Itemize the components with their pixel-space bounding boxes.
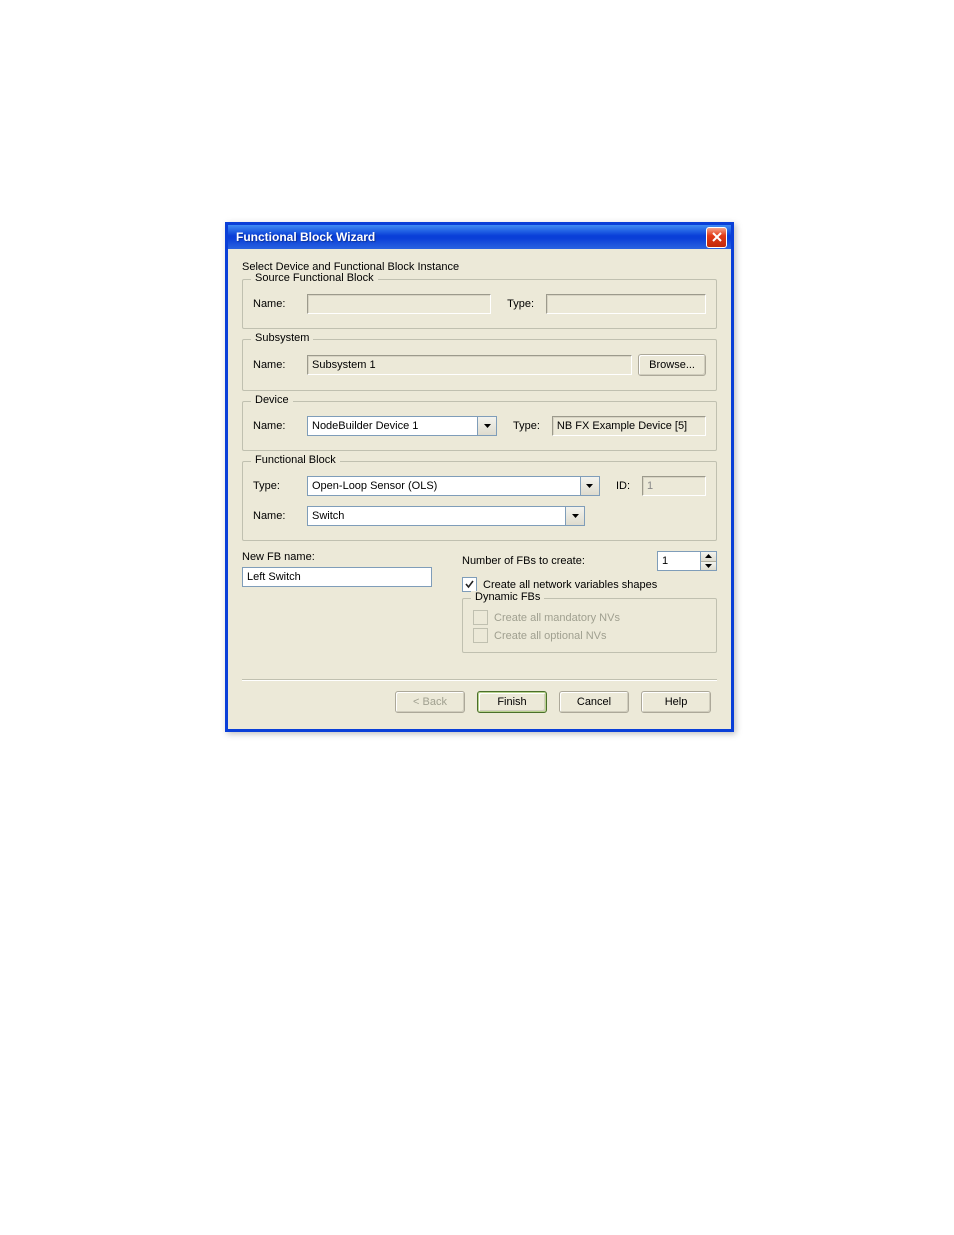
fb-name-label: Name: [253, 510, 301, 522]
new-fb-name-input[interactable] [242, 567, 432, 587]
new-fb-name-label: New FB name: [242, 551, 432, 563]
close-icon [712, 232, 722, 242]
button-row: < Back Finish Cancel Help [242, 691, 717, 723]
device-legend: Device [251, 394, 293, 406]
chevron-down-icon [484, 424, 491, 428]
dialog-body: Select Device and Functional Block Insta… [228, 249, 731, 729]
chevron-up-icon [705, 554, 712, 558]
device-name-combo[interactable]: NodeBuilder Device 1 [307, 416, 497, 436]
chevron-down-icon [572, 514, 579, 518]
back-button: < Back [395, 691, 465, 713]
fb-count-label: Number of FBs to create: [462, 555, 651, 567]
chk-create-mandatory: Create all mandatory NVs [473, 610, 706, 625]
fb-name-value: Switch [307, 506, 565, 526]
fb-type-value: Open-Loop Sensor (OLS) [307, 476, 580, 496]
dynamic-fbs-legend: Dynamic FBs [471, 591, 544, 603]
fb-type-dropdown[interactable] [580, 476, 600, 496]
source-name-label: Name: [253, 298, 301, 310]
chevron-down-icon [586, 484, 593, 488]
spin-down[interactable] [701, 562, 716, 571]
device-type-label: Type: [503, 420, 546, 432]
chk-create-nv-shapes-label: Create all network variables shapes [483, 579, 657, 591]
device-name-value: NodeBuilder Device 1 [307, 416, 477, 436]
fb-type-combo[interactable]: Open-Loop Sensor (OLS) [307, 476, 600, 496]
checkmark-icon [464, 579, 475, 590]
device-name-label: Name: [253, 420, 301, 432]
group-dynamic-fbs: Dynamic FBs Create all mandatory NVs Cre… [462, 598, 717, 653]
subsystem-name-value: Subsystem 1 [307, 355, 632, 375]
finish-button[interactable]: Finish [477, 691, 547, 713]
device-name-dropdown[interactable] [477, 416, 497, 436]
group-device: Device Name: NodeBuilder Device 1 Type: … [242, 401, 717, 451]
chevron-down-icon [705, 564, 712, 568]
group-source-fb: Source Functional Block Name: Type: [242, 279, 717, 329]
window-title: Functional Block Wizard [236, 230, 375, 244]
fb-count-input[interactable] [657, 551, 701, 571]
cancel-button[interactable]: Cancel [559, 691, 629, 713]
chk-create-optional-label: Create all optional NVs [494, 630, 607, 642]
fb-id-value: 1 [642, 476, 706, 496]
titlebar: Functional Block Wizard [228, 225, 731, 249]
help-button[interactable]: Help [641, 691, 711, 713]
subsystem-name-label: Name: [253, 359, 301, 371]
chk-create-optional: Create all optional NVs [473, 628, 706, 643]
browse-button[interactable]: Browse... [638, 354, 706, 376]
separator [242, 679, 717, 681]
spin-up[interactable] [701, 552, 716, 562]
fb-legend: Functional Block [251, 454, 340, 466]
fb-id-label: ID: [606, 480, 636, 492]
device-type-value: NB FX Example Device [5] [552, 416, 706, 436]
fb-count-spin[interactable] [657, 551, 717, 571]
dialog-window: Functional Block Wizard Select Device an… [225, 222, 734, 732]
fb-name-combo[interactable]: Switch [307, 506, 585, 526]
source-type-label: Type: [497, 298, 540, 310]
chk-create-nv-shapes[interactable]: Create all network variables shapes [462, 577, 717, 592]
source-legend: Source Functional Block [251, 272, 378, 284]
group-subsystem: Subsystem Name: Subsystem 1 Browse... [242, 339, 717, 391]
chk-create-mandatory-label: Create all mandatory NVs [494, 612, 620, 624]
group-functional-block: Functional Block Type: Open-Loop Sensor … [242, 461, 717, 541]
source-name-value [307, 294, 491, 314]
close-button[interactable] [706, 227, 727, 248]
source-type-value [546, 294, 706, 314]
subsystem-legend: Subsystem [251, 332, 313, 344]
fb-name-dropdown[interactable] [565, 506, 585, 526]
fb-type-label: Type: [253, 480, 301, 492]
